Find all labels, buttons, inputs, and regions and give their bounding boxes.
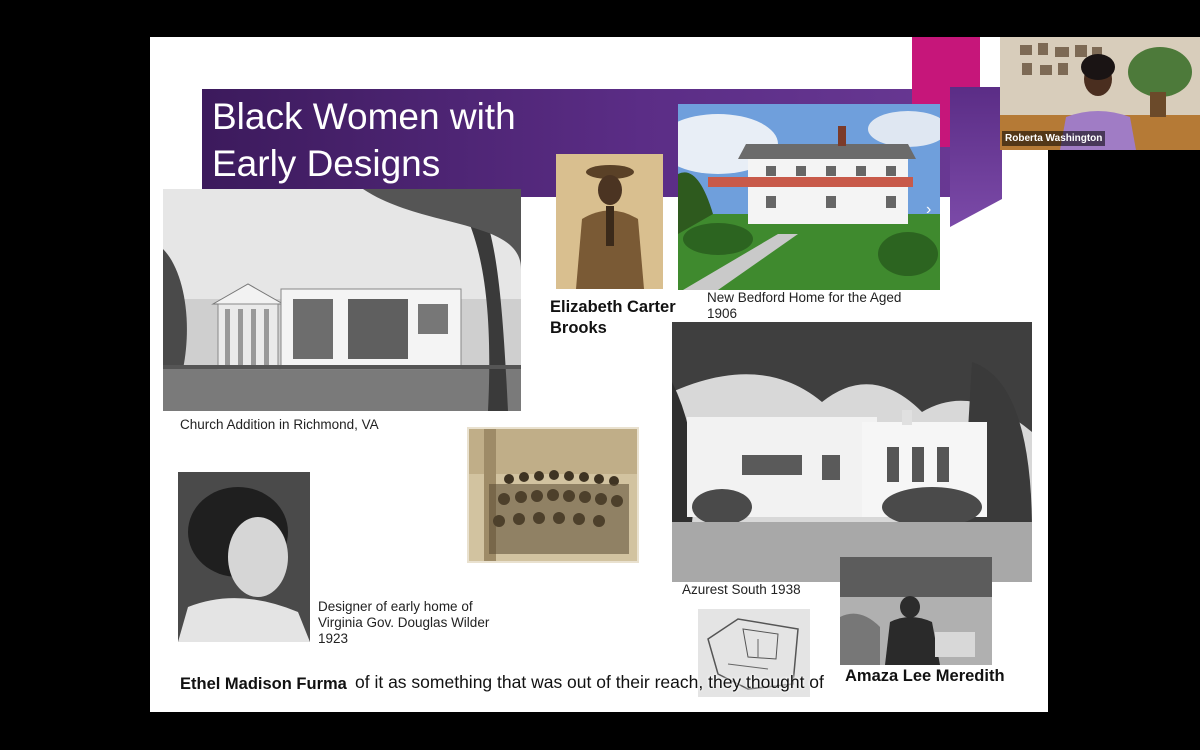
designer-caption-line-1: Designer of early home of bbox=[318, 599, 473, 614]
amaza-photo bbox=[840, 557, 992, 665]
accent-shape bbox=[950, 87, 1002, 227]
church-photo bbox=[163, 189, 521, 411]
designer-caption: Designer of early home of Virginia Gov. … bbox=[318, 599, 489, 647]
group-photo-image bbox=[469, 429, 637, 561]
ethel-portrait-image bbox=[178, 472, 310, 642]
participant-name-label: Roberta Washington bbox=[1002, 131, 1106, 146]
new-bedford-caption: New Bedford Home for the Aged 1906 bbox=[707, 290, 901, 322]
azurest-photo bbox=[672, 322, 1032, 582]
brooks-portrait bbox=[556, 154, 663, 289]
church-caption: Church Addition in Richmond, VA bbox=[180, 417, 379, 432]
azurest-photo-image bbox=[672, 322, 1032, 582]
amaza-name: Amaza Lee Meredith bbox=[845, 667, 1005, 685]
slide-title: Black Women with Early Designs bbox=[212, 93, 572, 187]
church-photo-image bbox=[163, 189, 521, 411]
group-photo bbox=[467, 427, 639, 563]
title-line-2: Early Designs bbox=[212, 143, 441, 184]
new-bedford-caption-line-2: 1906 bbox=[707, 306, 738, 321]
chevron-right-icon: › bbox=[926, 201, 932, 218]
brooks-portrait-image bbox=[556, 154, 663, 289]
designer-caption-line-3: 1923 bbox=[318, 631, 349, 646]
new-bedford-photo-image bbox=[678, 104, 940, 290]
new-bedford-photo bbox=[678, 104, 940, 290]
live-caption: of it as something that was out of their… bbox=[355, 672, 824, 692]
ethel-name: Ethel Madison Furma bbox=[180, 675, 347, 693]
presentation-slide: Black Women with Early Designs Church Ad… bbox=[150, 37, 1048, 712]
ethel-portrait bbox=[178, 472, 310, 642]
azurest-caption: Azurest South 1938 bbox=[682, 582, 801, 597]
new-bedford-caption-line-1: New Bedford Home for the Aged bbox=[707, 290, 902, 305]
amaza-photo-image bbox=[840, 557, 992, 665]
participant-video-tile[interactable]: Roberta Washington bbox=[1000, 37, 1200, 150]
title-line-1: Black Women with bbox=[212, 96, 516, 137]
designer-caption-line-2: Virginia Gov. Douglas Wilder bbox=[318, 615, 490, 630]
